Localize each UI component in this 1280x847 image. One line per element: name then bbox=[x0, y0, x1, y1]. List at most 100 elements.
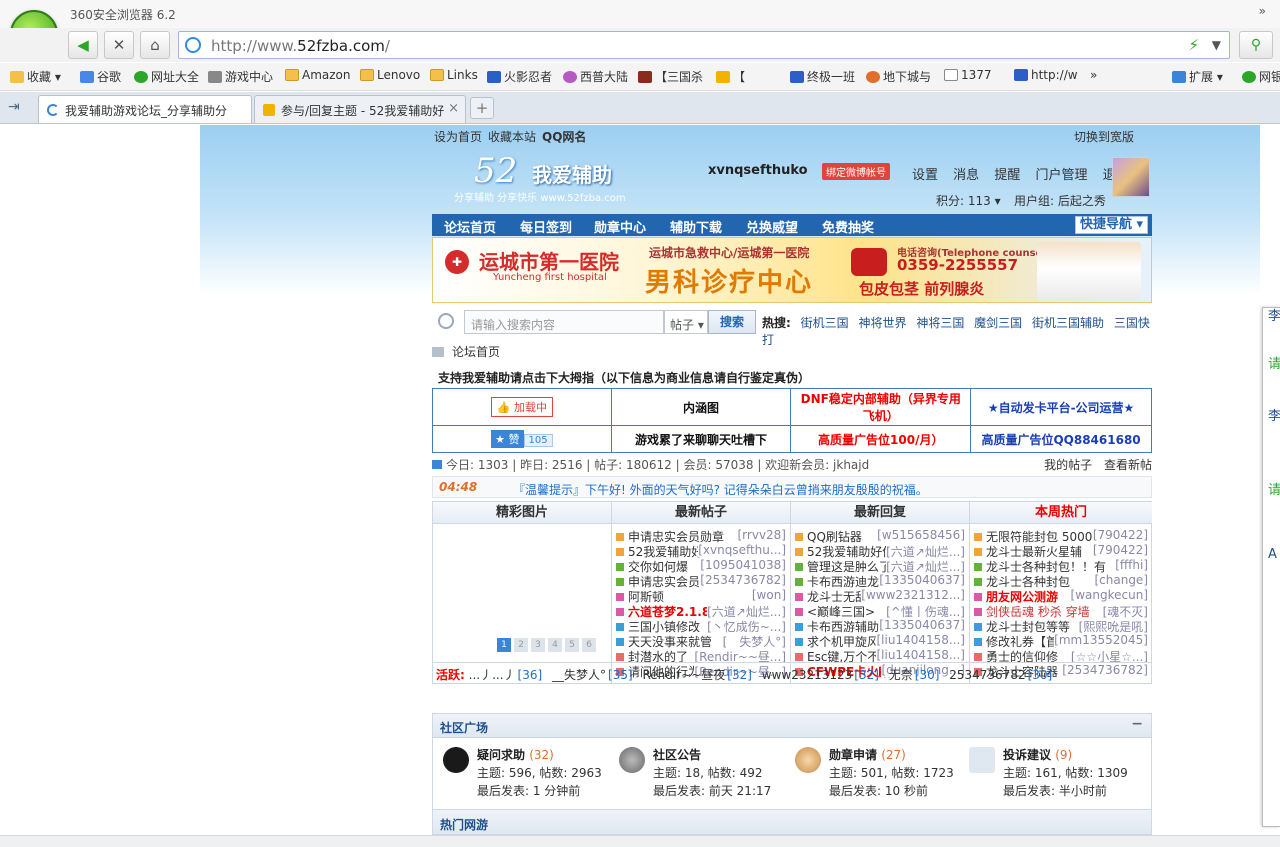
tab-reply[interactable]: 参与/回复主题 - 52我爱辅助好 × bbox=[254, 95, 466, 123]
list-item[interactable]: 封潜水的了 [Rendir~~昼...] bbox=[616, 648, 786, 663]
hot-keyword[interactable]: 街机三国 bbox=[801, 316, 849, 330]
list-item[interactable]: 六道苍梦2.1.8 [六道↗灿烂...] bbox=[616, 603, 786, 618]
list-item[interactable]: 勇士的信仰修 [☆☆小星☆...] bbox=[974, 648, 1148, 663]
bookmark-site-link[interactable]: 收藏本站 bbox=[488, 128, 536, 145]
stop-button[interactable]: ✕ bbox=[104, 31, 134, 59]
list-item[interactable]: Esc键,万个不 [liu1404158...] bbox=[795, 648, 965, 663]
list-item[interactable]: 剑侠岳魂 秒杀 穿墙 [魂不灭] bbox=[974, 603, 1148, 618]
list-item[interactable]: 卡布西游辅助 [1335040637] bbox=[795, 618, 965, 633]
bookmark-sanguosha[interactable]: 【三国杀 bbox=[638, 68, 703, 85]
hospital-ad-banner[interactable]: ✚ 运城市第一医院 Yuncheng first hospital 运城市急救中… bbox=[432, 237, 1152, 303]
bookmark-favorites[interactable]: 收藏 ▾ bbox=[10, 68, 61, 85]
horizontal-scrollbar[interactable] bbox=[0, 835, 1280, 847]
ad-cell[interactable]: DNF稳定内部辅助（异界专用飞机） bbox=[790, 388, 972, 426]
ad-cell[interactable]: ★自动发卡平台-公司运营★ bbox=[970, 388, 1152, 426]
bookmark-1377[interactable]: 1377 bbox=[944, 68, 992, 82]
pager-dot[interactable]: 2 bbox=[514, 638, 528, 652]
forum-last-post[interactable]: 最后发表: 1 分钟前 bbox=[477, 782, 580, 799]
forum-name[interactable]: 投诉建议 (9) bbox=[1003, 746, 1072, 763]
pager-dot[interactable]: 5 bbox=[565, 638, 579, 652]
hot-keyword[interactable]: 街机三国辅助 bbox=[1032, 316, 1104, 330]
breadcrumb-forum-home[interactable]: 论坛首页 bbox=[452, 345, 500, 359]
my-posts-link[interactable]: 我的帖子 bbox=[1044, 458, 1092, 472]
hot-games-header[interactable]: 热门网游 bbox=[432, 809, 1152, 835]
bookmark-google[interactable]: 谷歌 bbox=[80, 68, 121, 85]
active-user[interactable]: www23213123 bbox=[762, 668, 853, 682]
nav-daily-signin[interactable]: 每日签到 bbox=[520, 217, 572, 236]
ad-cell[interactable]: 游戏累了来聊聊天吐槽下 bbox=[610, 425, 792, 453]
site-logo[interactable]: 52 我爱辅助 分享辅助 分享快乐 www.52fzba.com bbox=[454, 151, 644, 207]
hot-keyword[interactable]: 神将世界 bbox=[858, 316, 906, 330]
forum-name[interactable]: 社区公告 bbox=[653, 746, 701, 763]
set-home-link[interactable]: 设为首页 bbox=[434, 128, 482, 145]
view-new-posts-link[interactable]: 查看新帖 bbox=[1104, 458, 1152, 472]
ad-cell[interactable]: 内涵图 bbox=[610, 388, 792, 426]
nav-exchange[interactable]: 兑换威望 bbox=[746, 217, 798, 236]
forum-name[interactable]: 勋章申请 (27) bbox=[829, 746, 906, 763]
user-points[interactable]: 积分: 113 ▾ bbox=[936, 192, 1001, 209]
list-item[interactable]: 龙斗士最新火星辅 [790422] bbox=[974, 543, 1148, 558]
back-button[interactable]: ◀ bbox=[68, 31, 98, 59]
list-item[interactable]: 管理这是肿么了 [六道↗灿烂...] bbox=[795, 558, 965, 573]
bookmark-game-center[interactable]: 游戏中心 bbox=[208, 68, 273, 85]
bookmark-links[interactable]: Links bbox=[430, 68, 478, 82]
tab-close-button[interactable]: × bbox=[448, 101, 459, 116]
bookmarks-overflow[interactable]: » bbox=[1090, 68, 1097, 82]
home-button[interactable]: ⌂ bbox=[140, 31, 170, 59]
forum-help[interactable]: 疑问求助 (32) 主题: 596, 帖数: 2963 最后发表: 1 分钟前 bbox=[437, 744, 613, 806]
list-item[interactable]: 龙斗士无敌 [www2321312...] bbox=[795, 588, 965, 603]
list-item[interactable]: 阿斯顿 [won] bbox=[616, 588, 786, 603]
search-input[interactable]: 请输入搜索内容 bbox=[464, 310, 664, 334]
bookmark-hao[interactable]: 网址大全 bbox=[134, 68, 199, 85]
list-item[interactable]: QQ刷钻器 [w515658456] bbox=[795, 528, 965, 543]
bookmark-http[interactable]: http://w bbox=[1014, 68, 1078, 82]
list-item[interactable]: 朋友网公测游 [wangkecun] bbox=[974, 588, 1148, 603]
bookmark-xipu[interactable]: 西普大陆 bbox=[563, 68, 628, 85]
tab-forum[interactable]: 我爱辅助游戏论坛_分享辅助分 bbox=[38, 95, 252, 123]
ad-cell[interactable]: 高质量广告位100/月） bbox=[790, 425, 972, 453]
search-engine-button[interactable]: ⚲ bbox=[1239, 31, 1273, 59]
messages-link[interactable]: 消息 bbox=[953, 168, 979, 183]
chevron-down-icon[interactable]: ▼ bbox=[1212, 38, 1221, 52]
user-group[interactable]: 用户组: 后起之秀 bbox=[1014, 192, 1106, 209]
bookmark-lenovo[interactable]: Lenovo bbox=[360, 68, 420, 82]
collapse-button[interactable]: − bbox=[1131, 716, 1143, 732]
new-tab-button[interactable]: + bbox=[470, 97, 494, 119]
forum-name[interactable]: 疑问求助 (32) bbox=[477, 746, 554, 763]
switch-wide-link[interactable]: 切换到宽版 bbox=[1074, 128, 1134, 145]
pager-dot[interactable]: 3 bbox=[531, 638, 545, 652]
list-item[interactable]: 卡布西游迪龙 [1335040637] bbox=[795, 573, 965, 588]
forum-last-post[interactable]: 最后发表: 10 秒前 bbox=[829, 782, 928, 799]
list-item[interactable]: 申请忠实会员勋章 [rrvv28] bbox=[616, 528, 786, 543]
search-button[interactable]: 搜索 bbox=[708, 310, 756, 334]
hot-keyword[interactable]: 魔剑三国 bbox=[974, 316, 1022, 330]
bookmark-bank[interactable]: 网银 bbox=[1242, 68, 1280, 85]
portal-admin-link[interactable]: 门户管理 bbox=[1035, 168, 1087, 183]
nav-lottery[interactable]: 免费抽奖 bbox=[822, 217, 874, 236]
forum-feedback[interactable]: 投诉建议 (9) 主题: 161, 帖数: 1309 最后发表: 半小时前 bbox=[963, 744, 1139, 806]
side-link[interactable]: A bbox=[1268, 547, 1277, 562]
forum-announcements[interactable]: 社区公告 主题: 18, 帖数: 492 最后发表: 前天 21:17 bbox=[613, 744, 789, 806]
side-link[interactable]: 李 bbox=[1268, 405, 1280, 424]
bookmark-amazon[interactable]: Amazon bbox=[285, 68, 351, 82]
forum-last-post[interactable]: 最后发表: 前天 21:17 bbox=[653, 782, 771, 799]
active-user[interactable]: 2534736782 bbox=[949, 668, 1025, 682]
bookmark-cup[interactable]: 【 bbox=[716, 68, 745, 85]
search-type-select[interactable]: 帖子 ▾ bbox=[664, 310, 708, 334]
like-button[interactable]: ★ 赞 bbox=[491, 430, 524, 448]
active-user[interactable]: Rendir~~昼夜 bbox=[642, 668, 725, 682]
active-user[interactable]: __失梦人° bbox=[552, 668, 606, 682]
window-menu-chevron[interactable]: » bbox=[1259, 4, 1266, 18]
side-link[interactable]: 请 bbox=[1268, 479, 1280, 498]
bookmark-ultimate-class[interactable]: 终极一班 bbox=[790, 68, 855, 85]
list-item[interactable]: 天天没事来就管 [__失梦人°] bbox=[616, 633, 786, 648]
list-item[interactable]: 52我爱辅助好 [xvnqsefthu...] bbox=[616, 543, 786, 558]
side-link[interactable]: 请 bbox=[1268, 353, 1280, 372]
username[interactable]: xvnqsefthuko bbox=[708, 163, 808, 178]
list-item[interactable]: 龙斗士封包等等 [熙熙吮是吼] bbox=[974, 618, 1148, 633]
active-user[interactable]: ...丿...丿 bbox=[469, 668, 516, 682]
pager-dot[interactable]: 1 bbox=[497, 638, 511, 652]
list-item[interactable]: 三国小镇修改 [丶忆成伤~...] bbox=[616, 618, 786, 633]
home-icon[interactable] bbox=[432, 347, 444, 357]
avatar[interactable] bbox=[1112, 157, 1150, 197]
